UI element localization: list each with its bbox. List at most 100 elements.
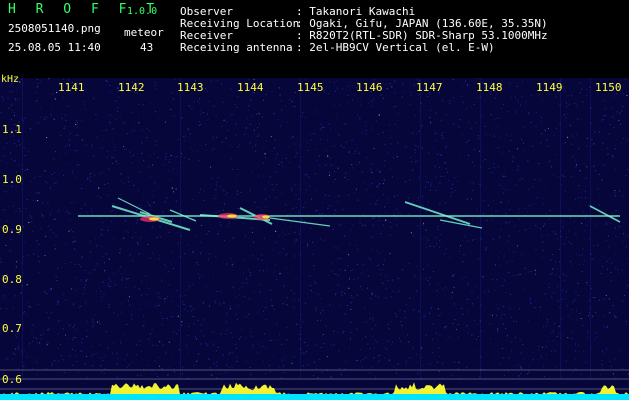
noise-speck <box>155 144 157 146</box>
noise-speck <box>91 145 92 147</box>
noise-speck <box>341 291 343 293</box>
noise-speck <box>118 269 120 271</box>
noise-speck <box>38 303 40 305</box>
noise-speck <box>217 176 219 178</box>
noise-speck <box>138 114 139 116</box>
noise-speck <box>200 241 201 243</box>
noise-speck <box>89 272 91 274</box>
noise-speck <box>205 88 207 90</box>
noise-speck <box>159 365 160 367</box>
noise-speck <box>575 343 576 345</box>
noise-speck <box>72 231 74 233</box>
noise-speck <box>225 137 227 139</box>
noise-speck <box>263 237 265 239</box>
noise-speck <box>549 210 551 212</box>
noise-speck <box>232 286 234 288</box>
noise-speck <box>283 285 285 287</box>
time-tick-label: 1150 <box>595 81 622 94</box>
noise-speck <box>226 263 228 265</box>
noise-speck <box>184 253 186 254</box>
noise-speck <box>41 213 43 215</box>
noise-speck <box>91 355 92 357</box>
noise-speck <box>508 189 510 191</box>
header-panel: H R O F F T 1.0.0 2508051140.png 25.08.0… <box>0 0 629 78</box>
noise-speck <box>140 206 141 208</box>
noise-speck <box>585 197 587 198</box>
noise-speck <box>293 299 295 301</box>
noise-speck <box>517 102 519 104</box>
noise-speck <box>351 295 353 297</box>
noise-speck <box>375 339 376 341</box>
noise-speck <box>512 156 514 158</box>
noise-speck <box>493 162 495 164</box>
noise-speck <box>230 332 232 334</box>
noise-speck <box>328 123 330 125</box>
noise-speck <box>351 139 353 141</box>
noise-speck <box>546 318 548 320</box>
noise-speck <box>148 338 150 340</box>
noise-speck <box>189 285 190 287</box>
noise-speck <box>258 134 260 136</box>
noise-speck <box>390 168 391 170</box>
noise-speck <box>370 348 371 350</box>
noise-speck <box>329 174 330 176</box>
noise-speck <box>200 225 202 226</box>
noise-speck <box>127 231 129 233</box>
noise-speck <box>339 305 340 307</box>
noise-speck <box>101 246 103 247</box>
noise-speck <box>389 234 391 236</box>
noise-speck <box>25 208 27 209</box>
noise-speck <box>530 299 531 301</box>
noise-speck <box>91 345 93 347</box>
noise-speck <box>555 274 557 276</box>
noise-speck <box>427 96 429 97</box>
noise-speck <box>255 113 257 115</box>
noise-speck <box>508 235 510 237</box>
noise-speck <box>605 326 607 328</box>
noise-speck <box>191 107 193 109</box>
noise-speck <box>303 156 305 158</box>
noise-speck <box>220 373 222 375</box>
noise-speck <box>623 233 625 235</box>
noise-speck <box>16 261 18 263</box>
noise-speck <box>577 118 579 120</box>
noise-speck <box>313 269 315 270</box>
noise-speck <box>100 228 102 230</box>
noise-speck <box>338 350 340 352</box>
noise-speck <box>555 366 557 368</box>
noise-speck <box>52 231 54 233</box>
noise-speck <box>285 234 286 236</box>
noise-speck <box>302 321 304 323</box>
noise-speck <box>511 260 513 262</box>
noise-speck <box>434 237 436 239</box>
noise-speck <box>274 340 276 341</box>
noise-speck <box>396 372 398 374</box>
noise-speck <box>344 313 346 315</box>
noise-speck <box>159 236 161 238</box>
noise-speck <box>112 162 113 164</box>
noise-speck <box>326 150 328 152</box>
noise-speck <box>24 170 26 171</box>
noise-speck <box>330 315 332 317</box>
noise-speck <box>265 140 267 142</box>
noise-speck <box>370 169 372 171</box>
noise-speck <box>620 124 621 125</box>
time-tick-label: 1146 <box>356 81 383 94</box>
noise-speck <box>608 246 610 248</box>
noise-speck <box>149 257 151 259</box>
noise-speck <box>10 118 12 120</box>
noise-speck <box>136 344 138 346</box>
noise-speck <box>176 289 178 291</box>
noise-speck <box>322 309 324 311</box>
noise-speck <box>467 312 469 314</box>
noise-speck <box>17 345 19 347</box>
noise-speck <box>559 306 560 308</box>
noise-speck <box>609 124 611 125</box>
noise-speck <box>38 192 40 194</box>
noise-speck <box>226 329 228 331</box>
noise-speck <box>17 368 19 370</box>
noise-speck <box>365 129 367 131</box>
noise-speck <box>371 293 373 295</box>
noise-speck <box>119 252 121 254</box>
noise-speck <box>352 279 353 281</box>
